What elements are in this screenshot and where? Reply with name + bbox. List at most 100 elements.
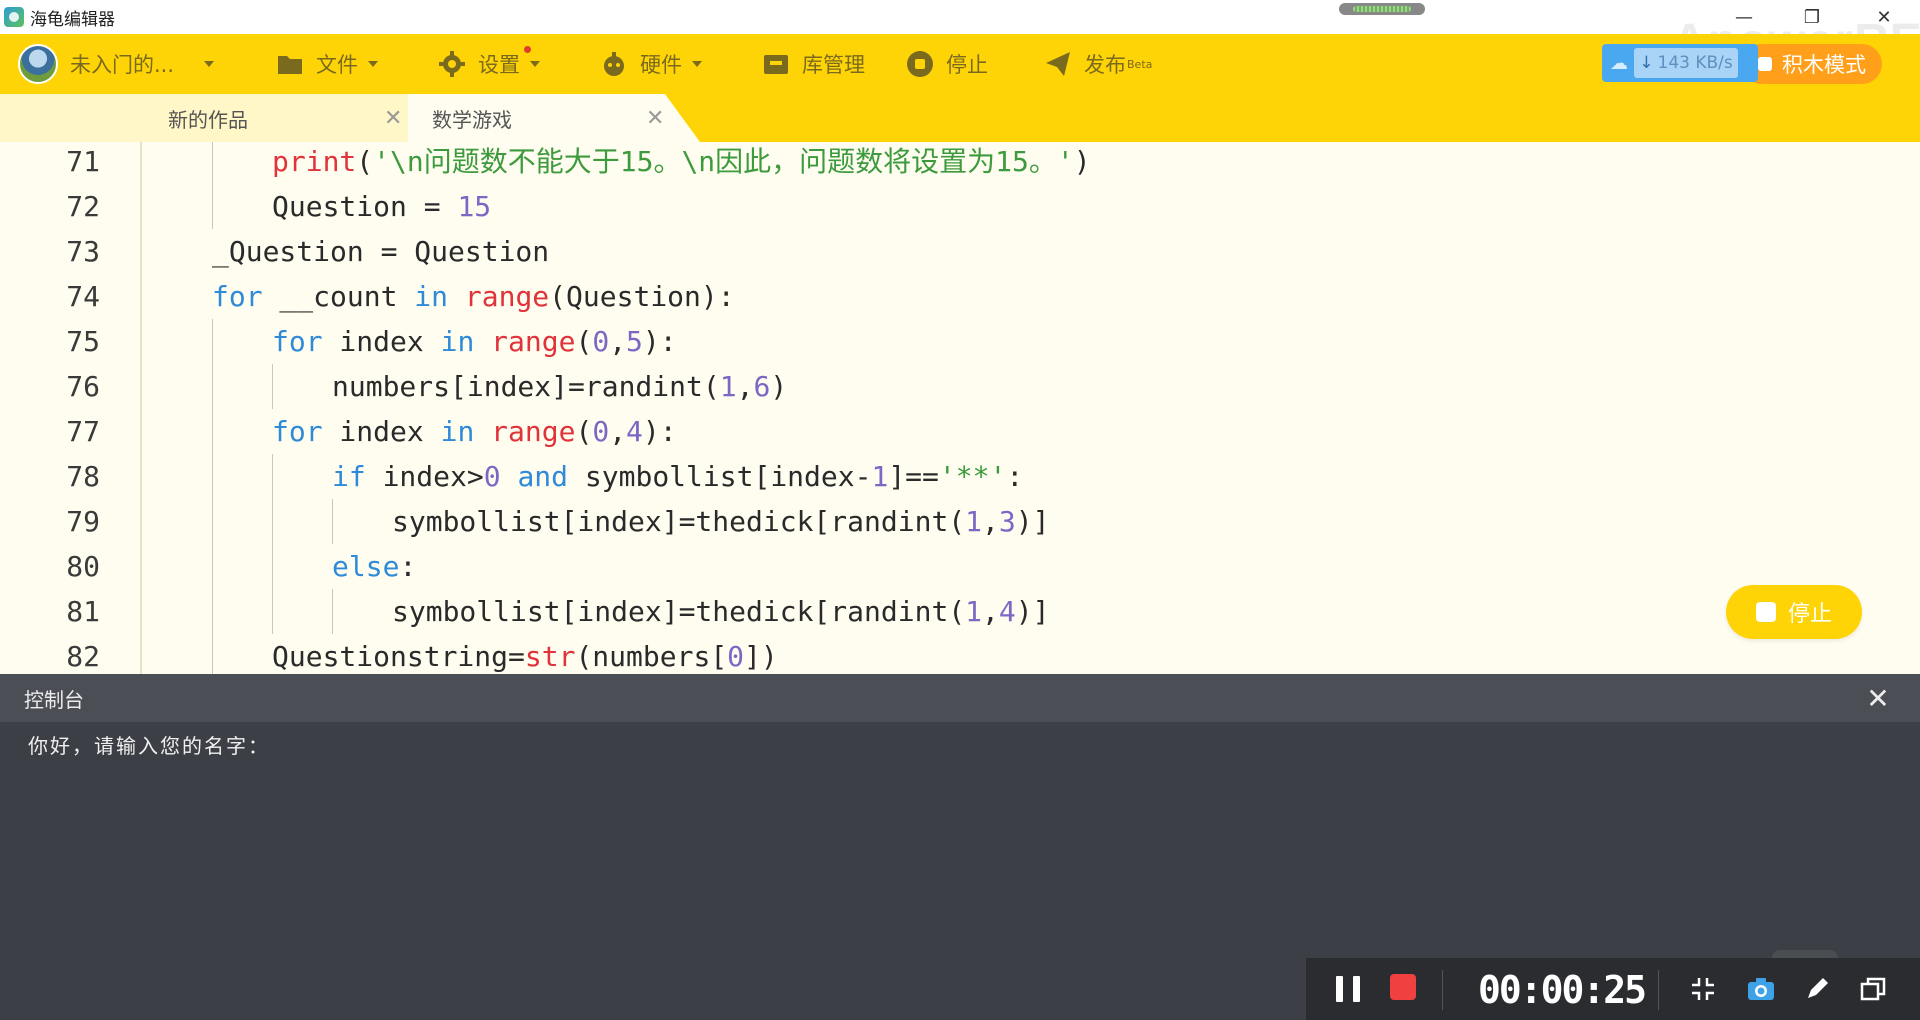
indent-guide [212, 319, 213, 364]
code-token: 0 [592, 325, 610, 358]
indent-guide [272, 589, 273, 634]
line-number: 74 [66, 280, 100, 313]
line-number: 77 [66, 415, 100, 448]
code-line[interactable]: 72 Question = 15 [0, 184, 1920, 229]
line-number: 75 [66, 325, 100, 358]
code-line[interactable]: 74 for __count in range(Question): [0, 274, 1920, 319]
indent-guide [272, 454, 273, 499]
code-line[interactable]: 80 else: [0, 544, 1920, 589]
block-mode-button[interactable]: 积木模式 [1742, 44, 1882, 84]
code-line[interactable]: 78 if index>0 and symbollist[index-1]=='*… [0, 454, 1920, 499]
code-line[interactable]: 79 symbollist[index]=thedick[randint(1,3)… [0, 499, 1920, 544]
code-line[interactable]: 77 for index in range(0,4): [0, 409, 1920, 454]
close-icon[interactable]: ✕ [1862, 674, 1894, 722]
code-line[interactable]: 82 Questionstring=str(numbers[0]) [0, 634, 1920, 674]
code-token: symbollist[index]=thedick[randint( [392, 505, 966, 538]
code-token: ) [1073, 145, 1091, 178]
code-token: _Question = Question [212, 235, 550, 268]
close-window-icon[interactable]: ✕ [1856, 0, 1912, 34]
console-output: 你好，请输入您的名字： [28, 734, 270, 758]
collapse-icon[interactable] [1688, 974, 1718, 1004]
line-number: 82 [66, 640, 100, 673]
indent-guide [212, 589, 213, 634]
pause-icon[interactable] [1336, 976, 1360, 1002]
code-text: numbers[index]=randint(1,6) [332, 364, 787, 409]
code-line[interactable]: 71 print('\n问题数不能大于15。\n因此，问题数将设置为15。') [0, 142, 1920, 184]
code-token: ): [642, 415, 677, 448]
block-mode-label: 积木模式 [1782, 53, 1866, 77]
code-token: and [517, 460, 569, 493]
close-icon[interactable]: ✕ [384, 106, 402, 131]
file-tabs: 新的作品 ✕ 数学游戏 ✕ [0, 94, 1920, 142]
code-token: )] [1015, 505, 1050, 538]
line-number: 78 [66, 460, 100, 493]
hardware-menu[interactable]: 硬件 [600, 34, 702, 94]
code-token: index> [365, 460, 484, 493]
code-token: numbers[index]=randint( [332, 370, 720, 403]
user-menu[interactable]: 未入门的... [18, 34, 215, 94]
code-line[interactable]: 73 _Question = Question [0, 229, 1920, 274]
stop-button[interactable]: 停止 [906, 34, 988, 94]
window-icon[interactable] [1858, 974, 1888, 1004]
tab-new-work[interactable]: 新的作品 ✕ [138, 94, 408, 142]
floating-stop-button[interactable]: 停止 [1726, 585, 1862, 639]
download-speed: 143 KB/s [1657, 53, 1733, 73]
indent-guide [332, 589, 333, 634]
chevron-down-icon [530, 61, 540, 67]
chevron-down-icon [368, 61, 378, 67]
indent-guide [272, 544, 273, 589]
minimize-icon[interactable]: — [1716, 0, 1772, 34]
code-token: range [491, 415, 576, 448]
library-icon [762, 50, 790, 78]
user-name: 未入门的... [70, 53, 175, 77]
code-token: 1 [965, 595, 983, 628]
code-token: 0 [727, 640, 745, 673]
code-token: for [272, 415, 323, 448]
code-text: Question = 15 [272, 184, 491, 229]
pen-icon[interactable] [1802, 974, 1832, 1004]
settings-menu-label: 设置 [478, 53, 520, 77]
code-line[interactable]: 75 for index in range(0,5): [0, 319, 1920, 364]
floating-stop-label: 停止 [1787, 602, 1832, 627]
send-icon [1044, 50, 1072, 78]
settings-menu[interactable]: 设置 [438, 34, 540, 94]
chevron-down-icon [692, 61, 702, 67]
tab-math-game[interactable]: 数学游戏 ✕ [408, 94, 700, 142]
recording-timer: 00:00:25 [1478, 968, 1647, 1012]
app-logo-icon [4, 7, 24, 27]
main-toolbar: 未入门的... 文件 设置 硬件 库管理 停止 发布 Beta 积木模式 ☁ ↓… [0, 34, 1920, 94]
code-token: ( [575, 325, 593, 358]
code-editor[interactable]: 71 print('\n问题数不能大于15。\n因此，问题数将设置为15。') 72… [0, 142, 1920, 674]
code-token: : [399, 550, 417, 583]
restore-icon[interactable]: ❐ [1784, 0, 1840, 34]
code-token: '\n问题数不能大于15。\n因此，问题数将设置为15。' [373, 145, 1074, 178]
file-menu-label: 文件 [316, 53, 358, 77]
publish-button[interactable]: 发布 Beta [1044, 34, 1152, 94]
code-line[interactable]: 76 numbers[index]=randint(1,6) [0, 364, 1920, 409]
code-token: range [464, 280, 550, 313]
camera-icon[interactable] [1746, 974, 1776, 1004]
code-text: print('\n问题数不能大于15。\n因此，问题数将设置为15。') [272, 142, 1091, 184]
code-token: Question = [272, 190, 458, 223]
library-management-button[interactable]: 库管理 [762, 34, 865, 94]
indent-guide [332, 499, 333, 544]
close-icon[interactable]: ✕ [646, 106, 664, 131]
indent-guide [212, 544, 213, 589]
publish-label: 发布 [1084, 53, 1126, 77]
code-token: 1 [965, 505, 983, 538]
code-token: index [322, 415, 441, 448]
code-line[interactable]: 81 symbollist[index]=thedick[randint(1,4)… [0, 589, 1920, 634]
folder-icon [276, 50, 304, 78]
cloud-icon: ☁ [1610, 52, 1628, 74]
line-number: 73 [66, 235, 100, 268]
window-title: 海龟编辑器 [30, 9, 115, 30]
indent-guide [212, 634, 213, 674]
stop-record-icon[interactable] [1390, 974, 1416, 1000]
file-menu[interactable]: 文件 [276, 34, 378, 94]
code-token: ]== [888, 460, 939, 493]
code-token: else [332, 550, 400, 583]
code-text: _Question = Question [212, 229, 549, 274]
code-token: ]) [744, 640, 778, 673]
